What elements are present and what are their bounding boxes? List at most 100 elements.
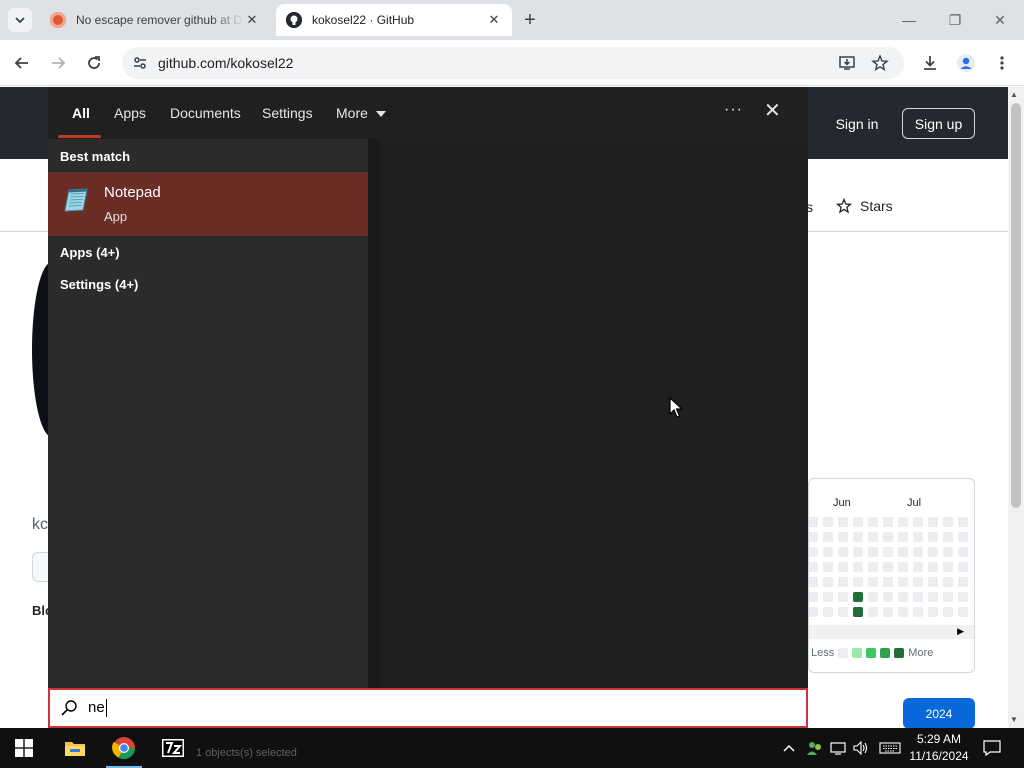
start-button[interactable] — [0, 728, 48, 768]
taskbar-file-explorer[interactable] — [51, 728, 99, 768]
minimize-button[interactable]: — — [897, 8, 921, 32]
close-window-button[interactable]: ✕ — [988, 8, 1012, 32]
contribution-cell[interactable] — [883, 517, 893, 527]
bookmark-button[interactable] — [867, 50, 893, 76]
contribution-cell[interactable] — [958, 532, 968, 542]
contribution-cell[interactable] — [913, 532, 923, 542]
year-button[interactable]: 2024 — [903, 698, 975, 729]
contribution-cell[interactable] — [853, 532, 863, 542]
back-button[interactable] — [9, 50, 35, 76]
contribution-cell[interactable] — [853, 562, 863, 572]
contribution-cell[interactable] — [943, 547, 953, 557]
contribution-cell[interactable] — [898, 517, 908, 527]
contribution-cell[interactable] — [913, 517, 923, 527]
keyboard-icon[interactable] — [879, 728, 901, 768]
contribution-cell[interactable] — [958, 517, 968, 527]
contribution-cell[interactable] — [853, 607, 863, 617]
contribution-cell[interactable] — [943, 562, 953, 572]
scope-tab-all[interactable]: All — [72, 105, 90, 121]
contribution-cell[interactable] — [898, 592, 908, 602]
contribution-cell[interactable] — [809, 517, 818, 527]
contribution-cell[interactable] — [838, 547, 848, 557]
scroll-right-icon[interactable]: ▶ — [957, 626, 964, 637]
contribution-cell[interactable] — [913, 562, 923, 572]
contribution-cell[interactable] — [958, 547, 968, 557]
contribution-cell[interactable] — [838, 607, 848, 617]
contribution-cell[interactable] — [838, 562, 848, 572]
scroll-up-icon[interactable]: ▲ — [1010, 90, 1018, 99]
contribution-cell[interactable] — [883, 577, 893, 587]
sign-up-button[interactable]: Sign up — [902, 108, 975, 139]
site-settings-icon[interactable] — [132, 55, 152, 71]
contribution-cell[interactable] — [868, 517, 878, 527]
contribution-cell[interactable] — [823, 592, 833, 602]
contribution-cell[interactable] — [823, 547, 833, 557]
contribution-cell[interactable] — [943, 517, 953, 527]
category-settings[interactable]: Settings (4+) — [60, 277, 138, 292]
contribution-cell[interactable] — [868, 532, 878, 542]
tab-duckduckgo[interactable]: No escape remover github at D ✕ — [40, 4, 270, 36]
contribution-cell[interactable] — [883, 592, 893, 602]
contribution-cell[interactable] — [898, 562, 908, 572]
contribution-cell[interactable] — [868, 562, 878, 572]
contribution-cell[interactable] — [958, 577, 968, 587]
tray-app-icon[interactable] — [806, 728, 824, 768]
close-tab-icon[interactable]: ✕ — [486, 12, 502, 28]
scope-tab-more[interactable]: More — [336, 105, 386, 121]
contribution-cell[interactable] — [958, 562, 968, 572]
contribution-cell[interactable] — [928, 532, 938, 542]
contribution-cell[interactable] — [913, 607, 923, 617]
close-icon[interactable]: ✕ — [764, 101, 781, 121]
contribution-cell[interactable] — [868, 592, 878, 602]
scroll-down-icon[interactable]: ▼ — [1010, 715, 1018, 724]
install-app-button[interactable] — [834, 50, 860, 76]
contribution-cell[interactable] — [853, 547, 863, 557]
contribution-cell[interactable] — [838, 532, 848, 542]
contribution-cell[interactable] — [928, 517, 938, 527]
contribution-cell[interactable] — [943, 532, 953, 542]
graph-scrollbar[interactable]: ▶ — [809, 625, 974, 639]
show-hidden-icons[interactable] — [782, 728, 796, 768]
contribution-cell[interactable] — [809, 532, 818, 542]
volume-icon[interactable] — [853, 728, 869, 768]
contribution-cell[interactable] — [823, 562, 833, 572]
new-tab-button[interactable]: + — [520, 10, 540, 30]
scope-tab-settings[interactable]: Settings — [262, 105, 313, 121]
contribution-cell[interactable] — [898, 547, 908, 557]
contribution-cell[interactable] — [868, 577, 878, 587]
contribution-cell[interactable] — [853, 577, 863, 587]
chrome-menu-button[interactable] — [989, 50, 1015, 76]
contribution-cell[interactable] — [809, 547, 818, 557]
scope-tab-documents[interactable]: Documents — [170, 105, 241, 121]
contribution-cell[interactable] — [898, 532, 908, 542]
contribution-cell[interactable] — [853, 592, 863, 602]
contribution-cell[interactable] — [928, 547, 938, 557]
contribution-cell[interactable] — [823, 517, 833, 527]
downloads-button[interactable] — [917, 50, 943, 76]
maximize-button[interactable]: ❐ — [943, 8, 967, 32]
reload-button[interactable] — [81, 50, 107, 76]
contribution-cell[interactable] — [898, 577, 908, 587]
contribution-cell[interactable] — [928, 577, 938, 587]
scope-tab-apps[interactable]: Apps — [114, 105, 146, 121]
address-bar[interactable]: github.com/kokosel22 — [122, 47, 904, 79]
contribution-cell[interactable] — [809, 562, 818, 572]
taskbar-7zip[interactable] — [149, 728, 197, 768]
category-apps[interactable]: Apps (4+) — [60, 245, 120, 260]
contribution-cell[interactable] — [928, 562, 938, 572]
tab-github[interactable]: kokosel22 · GitHub ✕ — [276, 4, 512, 36]
contribution-cell[interactable] — [809, 577, 818, 587]
sign-in-link[interactable]: Sign in — [822, 108, 892, 139]
contribution-cell[interactable] — [958, 607, 968, 617]
tab-search-button[interactable] — [8, 8, 32, 32]
contribution-cell[interactable] — [898, 607, 908, 617]
contribution-cell[interactable] — [838, 517, 848, 527]
contribution-cell[interactable] — [809, 592, 818, 602]
best-match-result[interactable]: Notepad App — [48, 172, 368, 236]
contribution-cell[interactable] — [883, 607, 893, 617]
contribution-cell[interactable] — [868, 607, 878, 617]
contribution-cell[interactable] — [838, 577, 848, 587]
action-center-button[interactable] — [983, 728, 1001, 768]
forward-button[interactable] — [45, 50, 71, 76]
contribution-cell[interactable] — [928, 592, 938, 602]
